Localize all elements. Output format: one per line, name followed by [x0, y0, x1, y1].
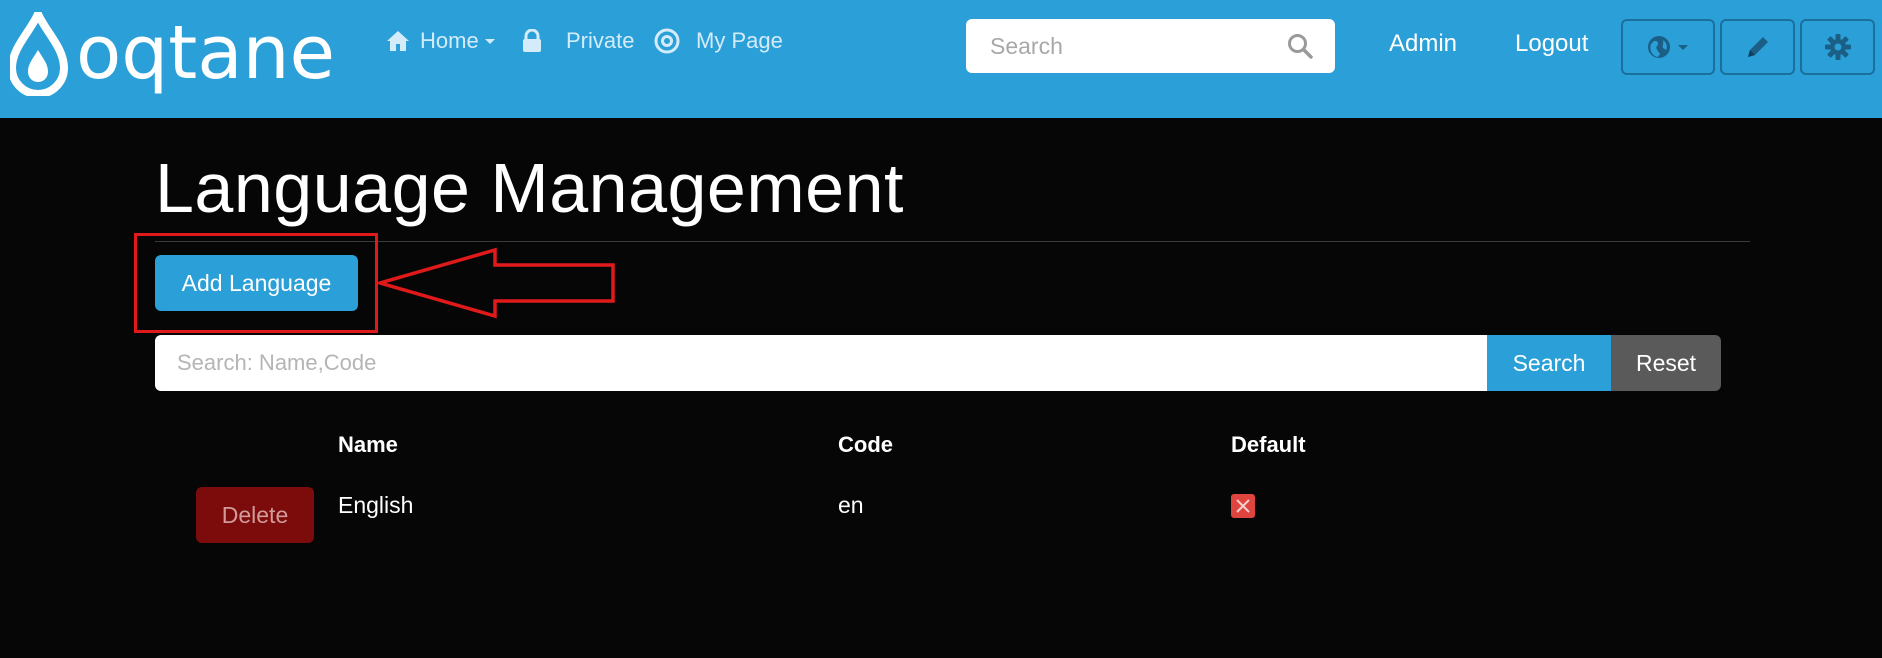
- nav-home-label: Home: [420, 28, 479, 53]
- column-header-code: Code: [838, 432, 893, 457]
- nav-my-page-label: My Page: [696, 28, 783, 53]
- filter-search-button[interactable]: Search: [1487, 335, 1611, 391]
- divider: [155, 241, 1750, 242]
- language-name-cell: English: [338, 492, 414, 518]
- pencil-icon: [1747, 37, 1768, 57]
- header-search: [966, 19, 1335, 73]
- chevron-down-icon: [1678, 45, 1688, 50]
- language-filter: Search Reset: [155, 335, 1721, 391]
- settings-button[interactable]: [1800, 19, 1875, 75]
- gear-icon: [1824, 34, 1851, 60]
- home-icon: [387, 31, 409, 51]
- header-search-input[interactable]: [966, 19, 1266, 73]
- language-code-cell: en: [838, 492, 864, 518]
- globe-icon: [1648, 36, 1670, 58]
- delete-button[interactable]: Delete: [196, 487, 314, 543]
- target-icon: [654, 28, 680, 54]
- page-title: Language Management: [155, 149, 904, 227]
- search-icon[interactable]: [1287, 33, 1313, 59]
- logo-text: oqtane: [76, 12, 335, 96]
- edit-mode-button[interactable]: [1720, 19, 1795, 75]
- default-false-icon: [1231, 494, 1255, 518]
- nav-private-label: Private: [566, 28, 635, 53]
- annotation-arrow-icon: [376, 247, 615, 319]
- top-navbar: oqtane Home Private My Page Admin Logout: [0, 0, 1882, 118]
- admin-link[interactable]: Admin: [1389, 30, 1457, 58]
- nav-private[interactable]: Private: [522, 26, 634, 56]
- language-search-input[interactable]: [155, 335, 1487, 391]
- logout-link[interactable]: Logout: [1515, 30, 1588, 58]
- annotation-highlight-box: [134, 233, 378, 333]
- lock-icon: [523, 29, 541, 52]
- column-header-default: Default: [1231, 432, 1306, 457]
- filter-reset-button[interactable]: Reset: [1611, 335, 1721, 391]
- nav-home[interactable]: Home: [386, 26, 497, 56]
- column-header-name: Name: [338, 432, 398, 457]
- language-dropdown-button[interactable]: [1621, 19, 1715, 75]
- chevron-down-icon: [484, 39, 495, 44]
- nav-my-page[interactable]: My Page: [654, 26, 783, 56]
- oqtane-logo[interactable]: oqtane: [10, 12, 350, 96]
